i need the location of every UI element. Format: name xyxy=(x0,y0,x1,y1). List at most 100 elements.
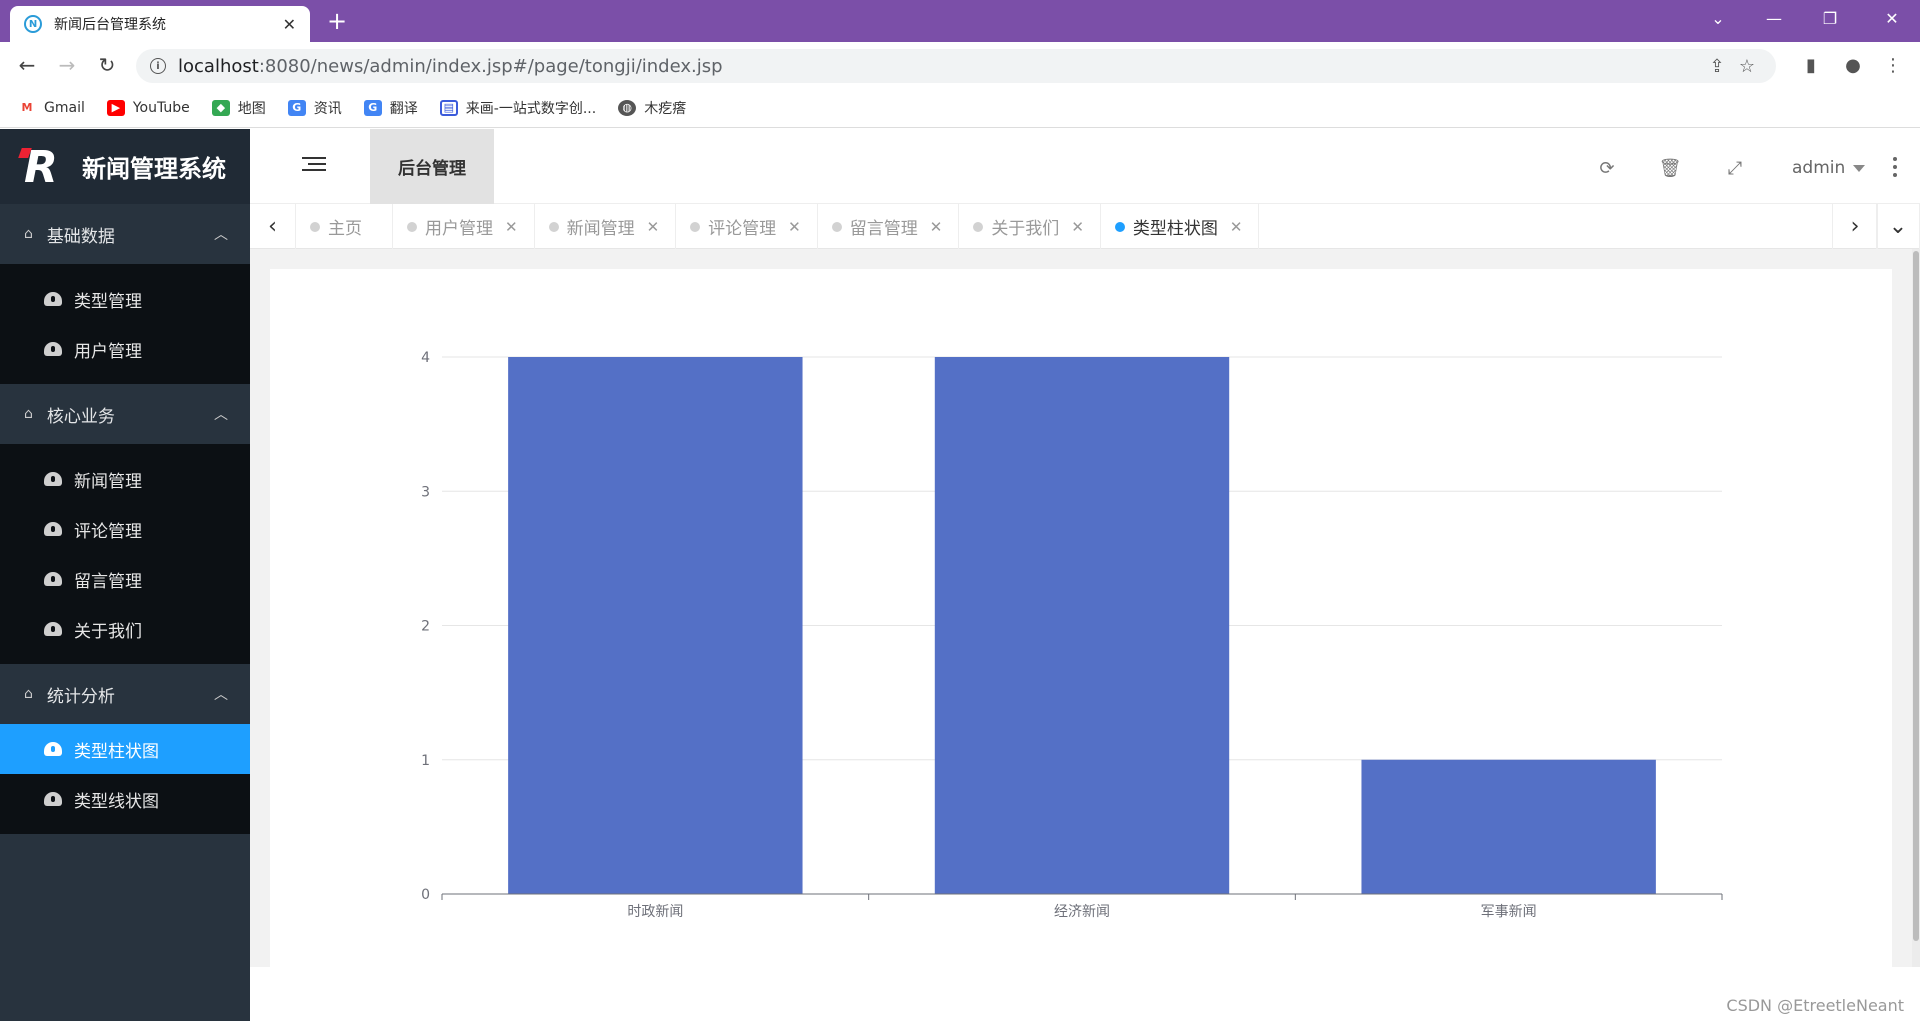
sidebar-group-basic-data[interactable]: ⌂ 基础数据 ︿ xyxy=(0,204,250,264)
share-icon[interactable]: ⇪ xyxy=(1702,56,1732,77)
browser-menu-icon[interactable]: ⋮ xyxy=(1878,50,1908,80)
close-icon[interactable]: ✕ xyxy=(930,218,943,236)
close-tab-icon[interactable]: ✕ xyxy=(283,15,296,34)
caret-down-icon xyxy=(1853,164,1866,172)
page-tab-message-management[interactable]: 留言管理 ✕ xyxy=(818,204,960,249)
y-tick-label: 3 xyxy=(421,484,430,500)
page-tab-home[interactable]: 主页 xyxy=(296,204,393,249)
tabs-scroll-right-icon[interactable]: › xyxy=(1832,204,1878,249)
sidebar-item-comment-management[interactable]: 评论管理 xyxy=(0,504,250,554)
bookmark-translate[interactable]: G 翻译 xyxy=(363,98,418,118)
page-tab-about-us[interactable]: 关于我们 ✕ xyxy=(959,204,1101,249)
fullscreen-icon[interactable]: ⤢ xyxy=(1720,153,1750,183)
tab-search-icon[interactable]: ⌄ xyxy=(1690,0,1746,36)
x-tick-label: 经济新闻 xyxy=(1054,904,1110,920)
bookmark-maps[interactable]: ◆ 地图 xyxy=(211,98,266,118)
y-tick-label: 2 xyxy=(421,619,430,635)
trash-icon[interactable]: 🗑 xyxy=(1655,153,1685,183)
y-tick-label: 0 xyxy=(421,887,430,903)
youtube-icon: ▶ xyxy=(106,99,125,116)
url-text[interactable]: localhost:8080/news/admin/index.jsp#/pag… xyxy=(178,56,1702,77)
logo-icon: R xyxy=(18,142,66,193)
chevron-up-icon: ︿ xyxy=(214,407,228,423)
profile-avatar-icon[interactable]: ● xyxy=(1838,50,1868,80)
bookmarks-bar: M Gmail ▶ YouTube ◆ 地图 G 资讯 G 翻译 ▤ 来画-一站式数字创..… xyxy=(0,88,1920,128)
refresh-icon[interactable]: ⟳ xyxy=(1592,153,1622,183)
sidebar-item-user-management[interactable]: 用户管理 xyxy=(0,324,250,374)
news-icon: G xyxy=(287,99,306,116)
page-tab-comment-management[interactable]: 评论管理 ✕ xyxy=(676,204,818,249)
sidebar-group-core-business[interactable]: ⌂ 核心业务 ︿ xyxy=(0,384,250,444)
scrollbar[interactable] xyxy=(1912,249,1920,967)
sidebar-item-type-line-chart[interactable]: 类型线状图 xyxy=(0,774,250,824)
dashboard-icon xyxy=(44,472,62,486)
side-panel-icon[interactable]: ▮ xyxy=(1796,50,1826,80)
sidebar-item-message-management[interactable]: 留言管理 xyxy=(0,554,250,604)
sidebar-item-news-management[interactable]: 新闻管理 xyxy=(0,454,250,504)
reload-button[interactable]: ↻ xyxy=(92,50,122,80)
dashboard-icon xyxy=(44,292,62,306)
close-icon[interactable]: ✕ xyxy=(1230,218,1243,236)
chevron-up-icon: ︿ xyxy=(214,227,228,243)
bar xyxy=(1361,759,1656,894)
more-options-icon[interactable] xyxy=(1890,155,1900,179)
sidebar: R 新闻管理系统 ⌂ 基础数据 ︿ 类型管理 用户管理 ⌂ 核心业务 ︿ 新闻管… xyxy=(0,129,250,1021)
sidebar-item-type-bar-chart[interactable]: 类型柱状图 xyxy=(0,724,250,774)
dashboard-icon xyxy=(44,742,62,756)
chevron-up-icon: ︿ xyxy=(214,687,228,703)
site-info-icon[interactable]: i xyxy=(150,58,166,74)
omnibox[interactable]: i localhost:8080/news/admin/index.jsp#/p… xyxy=(136,49,1776,83)
home-icon: ⌂ xyxy=(24,406,33,422)
page-tab-type-bar-chart[interactable]: 类型柱状图 ✕ xyxy=(1101,204,1260,249)
bookmark-youtube[interactable]: ▶ YouTube xyxy=(106,99,190,116)
bar xyxy=(508,357,803,894)
sidebar-item-type-management[interactable]: 类型管理 xyxy=(0,274,250,324)
home-icon: ⌂ xyxy=(24,686,33,702)
address-toolbar: ← → ↻ i localhost:8080/news/admin/index.… xyxy=(0,42,1920,88)
x-tick-label: 军事新闻 xyxy=(1481,904,1537,920)
sidebar-submenu: 类型柱状图 类型线状图 xyxy=(0,724,250,834)
tabs-dropdown-icon[interactable]: ⌄ xyxy=(1876,204,1920,249)
logo-title: 新闻管理系统 xyxy=(82,155,226,183)
dashboard-icon xyxy=(44,342,62,356)
globe-icon: ◍ xyxy=(618,99,637,116)
bookmark-news[interactable]: G 资讯 xyxy=(287,98,342,118)
site-favicon-icon: N xyxy=(24,15,42,33)
home-icon: ⌂ xyxy=(24,226,33,242)
menu-collapse-icon[interactable] xyxy=(302,153,326,177)
scrollbar-thumb[interactable] xyxy=(1913,251,1919,941)
main-content: 0 1 2 3 4 时政新闻 经济新闻 军事新闻 xyxy=(250,249,1920,967)
bookmark-mugeda[interactable]: ◍ 木疙瘩 xyxy=(618,98,686,118)
bookmark-gmail[interactable]: M Gmail xyxy=(18,100,85,116)
logo: R 新闻管理系统 xyxy=(0,129,250,204)
bar-chart: 0 1 2 3 4 时政新闻 经济新闻 军事新闻 xyxy=(421,350,1723,920)
sidebar-submenu: 新闻管理 评论管理 留言管理 关于我们 xyxy=(0,444,250,664)
translate-icon: G xyxy=(363,99,382,116)
chart-card: 0 1 2 3 4 时政新闻 经济新闻 军事新闻 xyxy=(270,269,1892,967)
y-tick-label: 4 xyxy=(421,350,430,366)
close-icon[interactable]: ✕ xyxy=(647,218,660,236)
back-button[interactable]: ← xyxy=(12,50,42,80)
page-tab-news-management[interactable]: 新闻管理 ✕ xyxy=(535,204,677,249)
bookmark-star-icon[interactable]: ☆ xyxy=(1732,56,1762,77)
user-menu[interactable]: admin xyxy=(1792,153,1866,183)
dashboard-icon xyxy=(44,572,62,586)
tabs-scroll-left-icon[interactable]: ‹ xyxy=(250,204,296,249)
sidebar-group-statistics[interactable]: ⌂ 统计分析 ︿ xyxy=(0,664,250,724)
restore-button[interactable]: ❐ xyxy=(1802,0,1858,36)
new-tab-button[interactable]: + xyxy=(322,6,352,36)
close-icon[interactable]: ✕ xyxy=(1071,218,1084,236)
minimize-button[interactable]: — xyxy=(1746,0,1802,36)
forward-button[interactable]: → xyxy=(52,50,82,80)
watermark: CSDN @EtreetleNeant xyxy=(1726,996,1904,1015)
close-icon[interactable]: ✕ xyxy=(505,218,518,236)
footer-area: CSDN @EtreetleNeant xyxy=(250,967,1920,1021)
close-icon[interactable]: ✕ xyxy=(788,218,801,236)
page-tab-user-management[interactable]: 用户管理 ✕ xyxy=(393,204,535,249)
close-window-button[interactable]: ✕ xyxy=(1864,0,1920,36)
header-tab-admin[interactable]: 后台管理 xyxy=(370,129,494,204)
browser-tab[interactable]: N 新闻后台管理系统 ✕ xyxy=(10,6,310,42)
browser-tab-title: 新闻后台管理系统 xyxy=(54,17,166,33)
sidebar-item-about-us[interactable]: 关于我们 xyxy=(0,604,250,654)
bookmark-laihua[interactable]: ▤ 来画-一站式数字创... xyxy=(439,98,596,118)
